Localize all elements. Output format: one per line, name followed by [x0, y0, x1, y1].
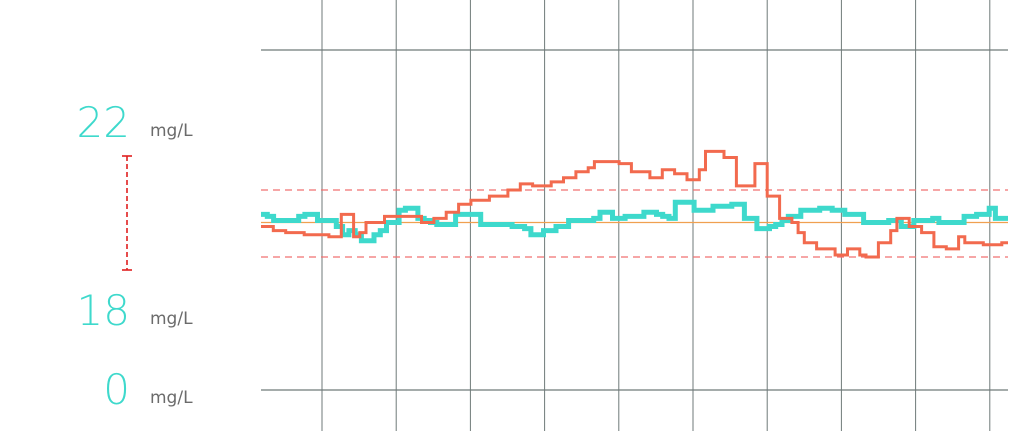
range-bracket: [122, 155, 132, 271]
series-group: [261, 149, 1008, 259]
step-chart: [122, 0, 1008, 431]
chart-panel: 22 mg/L 18 mg/L 0 mg/L: [0, 0, 1010, 431]
